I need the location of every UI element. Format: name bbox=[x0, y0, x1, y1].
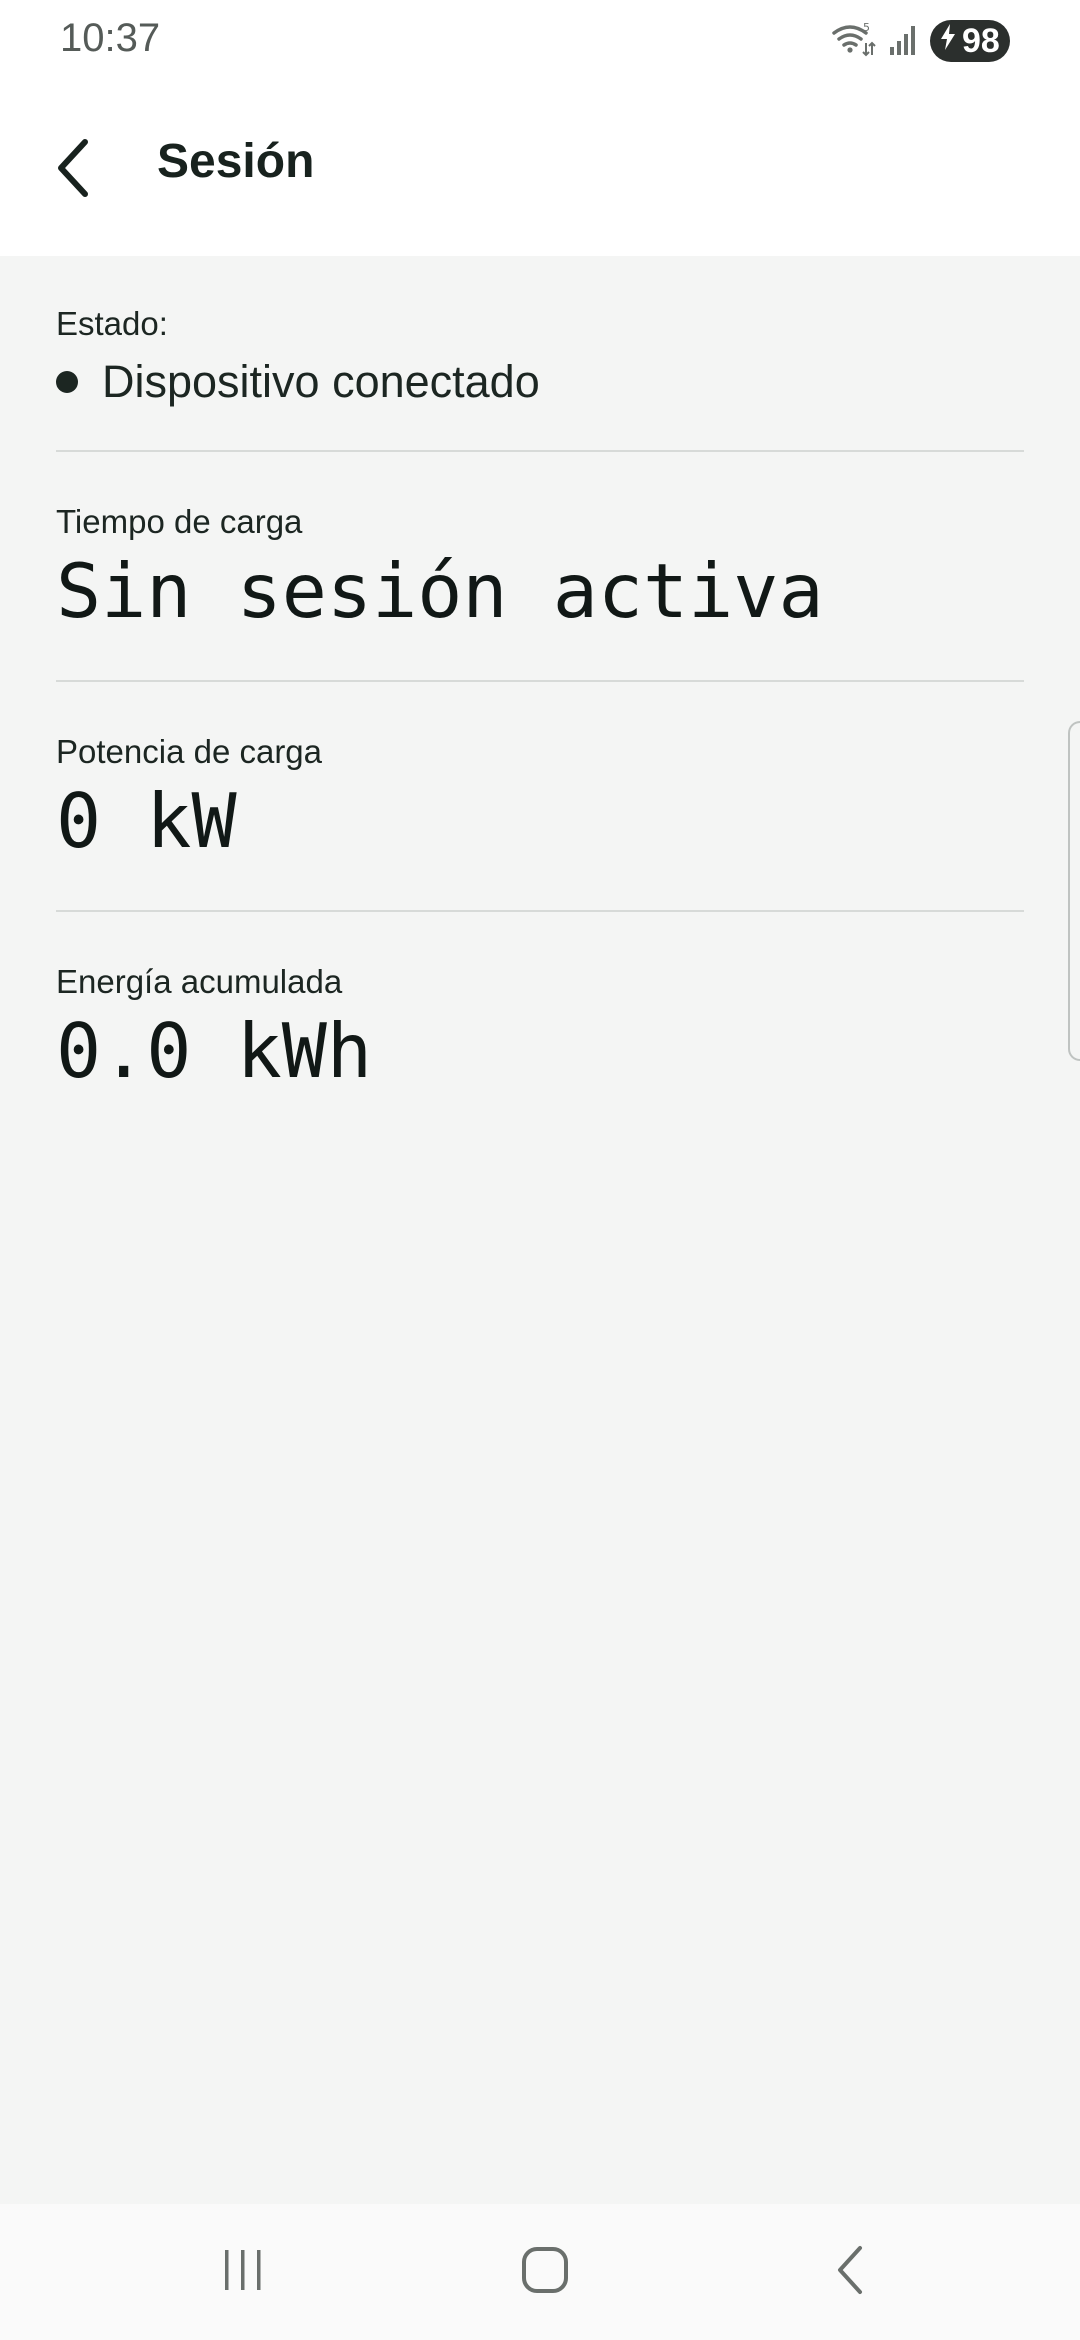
page-title: Sesión bbox=[157, 135, 315, 188]
svg-text:5: 5 bbox=[863, 21, 870, 34]
charge-time-section: Tiempo de carga Sin sesión activa bbox=[56, 502, 1024, 636]
status-row: Dispositivo conectado bbox=[56, 354, 1024, 410]
divider bbox=[56, 680, 1024, 682]
power-label: Potencia de carga bbox=[56, 733, 323, 770]
status-time: 10:37 bbox=[60, 16, 161, 60]
app-bar: Sesión bbox=[0, 84, 1080, 256]
chevron-left-icon bbox=[51, 138, 95, 203]
nav-back-button[interactable] bbox=[800, 2234, 900, 2310]
system-nav-bar bbox=[0, 2204, 1080, 2340]
recents-icon bbox=[218, 2245, 268, 2300]
divider bbox=[56, 450, 1024, 452]
cell-signal-icon bbox=[888, 21, 918, 62]
home-icon bbox=[519, 2244, 571, 2301]
divider bbox=[56, 910, 1024, 912]
back-button[interactable] bbox=[30, 127, 116, 213]
recents-button[interactable] bbox=[193, 2234, 293, 2310]
status-icons: 5 98 bbox=[830, 18, 1010, 64]
status-label: Estado: bbox=[56, 305, 168, 342]
edge-panel-handle[interactable] bbox=[1068, 721, 1080, 1061]
session-content: Estado: Dispositivo conectado Tiempo de … bbox=[0, 256, 1080, 2204]
battery-indicator: 98 bbox=[930, 20, 1010, 62]
status-value: Dispositivo conectado bbox=[102, 356, 540, 407]
charge-time-value: Sin sesión activa bbox=[56, 547, 824, 635]
energy-value: 0.0 kWh bbox=[56, 1007, 373, 1095]
status-section: Estado: Dispositivo conectado bbox=[56, 304, 1024, 410]
lightning-icon bbox=[938, 22, 958, 61]
energy-label: Energía acumulada bbox=[56, 963, 343, 1000]
home-button[interactable] bbox=[495, 2234, 595, 2310]
status-bar: 10:37 5 98 bbox=[0, 0, 1080, 84]
charge-time-label: Tiempo de carga bbox=[56, 503, 303, 540]
power-value: 0 kW bbox=[56, 777, 237, 865]
power-section: Potencia de carga 0 kW bbox=[56, 732, 1024, 866]
battery-level: 98 bbox=[962, 21, 1000, 60]
status-dot-icon bbox=[56, 371, 78, 393]
energy-section: Energía acumulada 0.0 kWh bbox=[56, 962, 1024, 1096]
back-icon bbox=[830, 2242, 870, 2303]
wifi-5g-icon: 5 bbox=[830, 19, 876, 64]
